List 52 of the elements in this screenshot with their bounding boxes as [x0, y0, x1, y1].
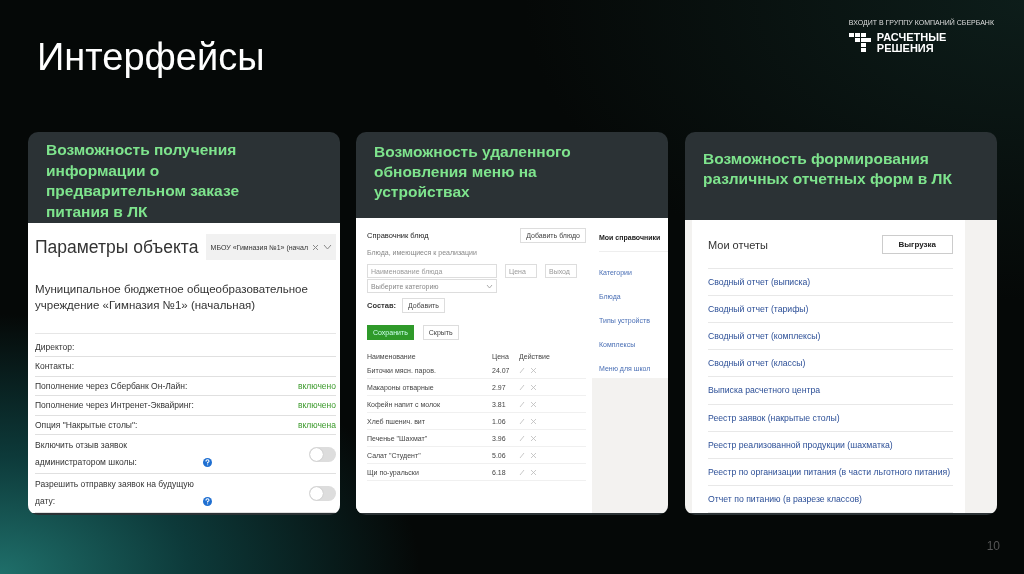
toggle-switch[interactable]: [309, 485, 336, 501]
pencil-icon: [519, 383, 525, 391]
clear-icon: [312, 243, 319, 251]
object-name: Муниципальное бюджетное общеобразовательное учреждение «Гимназия №1» (начальная): [35, 281, 336, 334]
report-link[interactable]: Выписка расчетного центра: [708, 385, 821, 396]
report-link[interactable]: Реестр по организации питания (в части льготного питания): [708, 466, 951, 477]
staircase-logo-icon: [848, 33, 871, 53]
logo-text: РАСЧЕТНЫЕ: [876, 32, 947, 43]
delete-icon: [530, 383, 537, 391]
card-heading: Возможность получения информации о предварительном заказе питания в ЛК: [46, 140, 241, 222]
pencil-icon: [519, 468, 525, 476]
field-label: Включить отзыв заявок администратором школы:: [35, 439, 138, 469]
chevron-down-icon: [323, 244, 332, 250]
delete-icon: [530, 366, 537, 374]
delete-icon: [530, 468, 537, 476]
field-label: Опция "Накрытые столы":: [35, 419, 138, 430]
pencil-icon: [519, 434, 525, 442]
field-label: Директор:: [35, 341, 75, 352]
report-link[interactable]: Отчет по питанию (в разрезе классов): [708, 493, 862, 504]
toggle-switch[interactable]: [309, 446, 336, 462]
field-label: Пополнение через Сбербанк Он-Лайн:: [35, 380, 188, 391]
card-heading: Возможность удаленного обновления меню на устройствах: [374, 142, 572, 202]
delete-icon: [530, 451, 537, 459]
help-icon: [203, 458, 212, 467]
slide-title: Интерфейсы: [37, 35, 265, 79]
chevron-down-icon: [486, 283, 493, 289]
pencil-icon: [519, 451, 525, 459]
report-link[interactable]: Реестр заявок (накрытые столы): [708, 412, 840, 423]
page-number: 10: [986, 539, 1000, 553]
logo-text: РЕШЕНИЯ: [876, 43, 935, 54]
field-label: Контакты:: [35, 361, 75, 372]
report-link[interactable]: Сводный отчет (комплексы): [708, 331, 821, 342]
delete-icon: [530, 400, 537, 408]
delete-icon: [530, 417, 537, 425]
pencil-icon: [519, 366, 525, 374]
card-heading: Возможность формирования различных отчетных форм в ЛК: [703, 149, 953, 189]
status-text: включено: [297, 380, 336, 391]
page-title: Параметры объекта: [35, 236, 199, 258]
status-text: включена: [297, 419, 336, 430]
page-title: Мои отчеты: [708, 238, 768, 251]
report-link[interactable]: Сводный отчет (тарифы): [708, 304, 809, 315]
export-button[interactable]: Выгрузка: [881, 235, 953, 254]
report-link[interactable]: Сводный отчет (выписка): [708, 277, 811, 288]
help-icon: [203, 497, 212, 506]
pencil-icon: [519, 400, 525, 408]
field-label: Разрешить отправку заявок на будущую дату:: [35, 478, 195, 508]
delete-icon: [530, 434, 537, 442]
field-label: Пополнение через Интренет-Эквайринг:: [35, 400, 194, 411]
report-link[interactable]: Сводный отчет (классы): [708, 358, 806, 369]
status-text: включено: [297, 400, 336, 411]
report-link[interactable]: Реестр реализованной продукции (шахматка): [708, 439, 893, 450]
pencil-icon: [519, 417, 525, 425]
